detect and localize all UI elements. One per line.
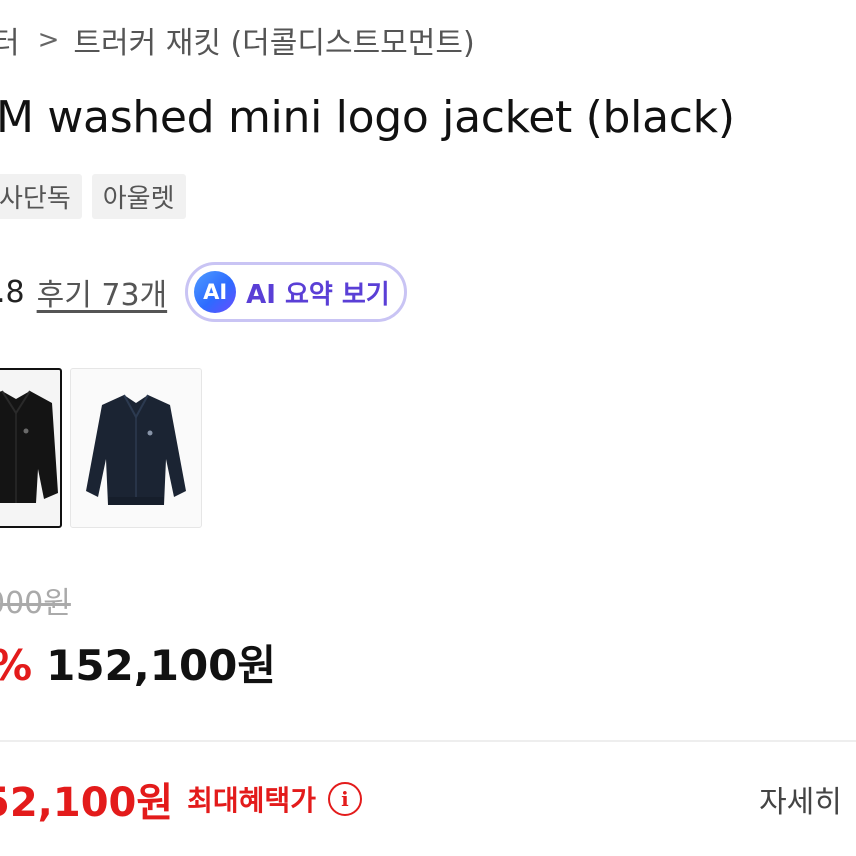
ai-summary-label: AI 요약 보기 — [246, 279, 390, 310]
review-count-link[interactable]: 후기 73개 — [37, 270, 168, 314]
ai-summary-button[interactable]: AI AI 요약 보기 — [185, 262, 407, 322]
ai-icon: AI — [194, 271, 237, 313]
tag-outlet: 아울렛 — [91, 174, 186, 219]
product-thumbnails — [0, 368, 202, 528]
product-tags: 사단독 아울렛 — [0, 174, 186, 219]
chevron-down-icon: ⌄ — [852, 785, 856, 813]
section-divider — [0, 740, 856, 742]
max-benefit-price: 52,100원 — [0, 780, 174, 826]
details-button[interactable]: 자세히 ⌄ — [759, 777, 856, 821]
thumbnail-black-jacket[interactable] — [0, 368, 62, 528]
jacket-navy-image — [86, 394, 186, 505]
chevron-right-icon: > — [37, 25, 60, 55]
discount-rate: % — [0, 641, 32, 690]
sale-price-row: % 152,100원 — [0, 632, 276, 693]
thumbnail-navy-jacket[interactable] — [70, 368, 202, 528]
rating-value: .8 — [0, 274, 25, 310]
product-title: M washed mini logo jacket (black) — [0, 92, 735, 143]
original-price: 000원 — [0, 586, 71, 621]
rating-row: .8 후기 73개 AI AI 요약 보기 — [0, 262, 407, 322]
breadcrumb-current-category[interactable]: 트러커 재킷 (더콜디스트모먼트) — [73, 18, 474, 62]
info-icon[interactable]: i — [327, 782, 362, 816]
details-label: 자세히 — [759, 785, 842, 820]
max-benefit-row: 52,100원 최대혜택가 i 자세히 ⌄ — [0, 770, 856, 828]
max-benefit-label: 최대혜택가 — [187, 784, 316, 817]
sale-price: 152,100원 — [46, 641, 277, 690]
tag-exclusive: 사단독 — [0, 174, 82, 219]
breadcrumb: 터 > 트러커 재킷 (더콜디스트모먼트) — [0, 18, 475, 62]
jacket-black-image — [0, 390, 58, 503]
breadcrumb-prev-category[interactable]: 터 — [0, 18, 20, 62]
